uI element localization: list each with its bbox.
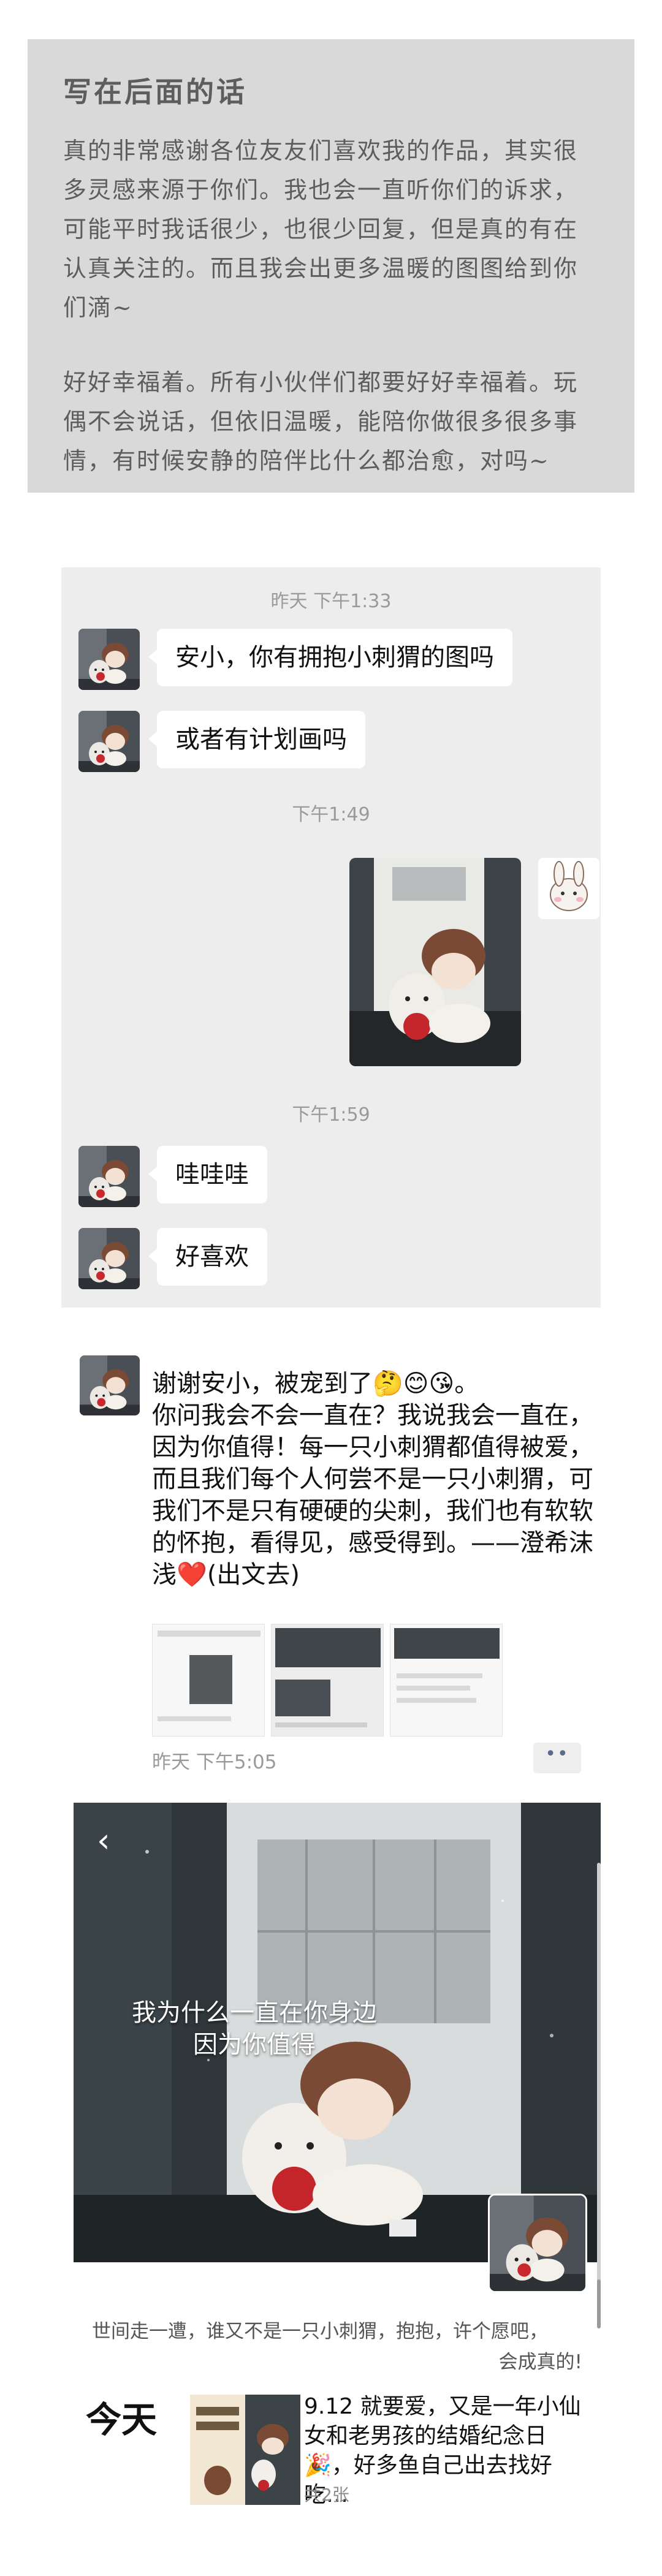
contact-avatar[interactable] bbox=[78, 1228, 140, 1289]
contact-avatar[interactable] bbox=[78, 711, 140, 772]
video-caption-line-1: 我为什么一直在你身边 bbox=[132, 1999, 377, 2027]
today-label: 今天 bbox=[86, 2399, 158, 2441]
chat-bubble[interactable]: 安小，你有拥抱小刺猬的图吗 bbox=[148, 629, 512, 686]
note-paragraph-2: 好好幸福着。所有小伙伴们都要好好幸福着。玩偶不会说话，但依旧温暖，能陪你做很多很… bbox=[63, 369, 579, 474]
post-image-thumbnail[interactable] bbox=[390, 1624, 503, 1737]
chat-message-row: 好喜欢 bbox=[78, 1228, 267, 1289]
sent-image[interactable] bbox=[349, 858, 521, 1066]
post-image-thumbnail[interactable] bbox=[271, 1624, 384, 1737]
contact-avatar[interactable] bbox=[78, 629, 140, 690]
video-caption-line-2: 因为你值得 bbox=[193, 2031, 316, 2059]
post-first-line: 谢谢安小，被宠到了🤔😊😘。 bbox=[152, 1369, 479, 1398]
video-description-line-1: 世间走一遭，谁又不是一只小刺猬，抱抱，许个愿吧， bbox=[92, 2320, 548, 2343]
chat-message-row: 或者有计划画吗 bbox=[78, 711, 365, 772]
scrollbar-thumb[interactable] bbox=[597, 2279, 601, 2328]
note-paragraph-1: 真的非常感谢各位友友们喜欢我的作品，其实很多灵感来源于你们。我也会一直听你们的诉… bbox=[63, 137, 579, 321]
post-timestamp: 昨天 下午5:05 bbox=[152, 1751, 277, 1773]
heart-icon: ❤️ bbox=[177, 1561, 207, 1589]
chat-timestamp: 昨天 下午1:33 bbox=[270, 591, 392, 612]
video-description: 世间走一遭，谁又不是一只小刺猬，抱抱，许个愿吧， 会成真的! bbox=[92, 2316, 582, 2377]
contact-avatar[interactable] bbox=[78, 1146, 140, 1207]
chat-message-row: 哇哇哇 bbox=[78, 1146, 267, 1207]
post-more-button[interactable]: •• bbox=[533, 1743, 581, 1773]
chat-bubble[interactable]: 哇哇哇 bbox=[148, 1146, 267, 1203]
back-icon[interactable]: ‹ bbox=[97, 1821, 110, 1860]
chat-timestamp: 下午1:59 bbox=[292, 1104, 370, 1126]
poster-avatar[interactable] bbox=[80, 1355, 140, 1415]
afterword-note: 写在后面的话 真的非常感谢各位友友们喜欢我的作品，其实很多灵感来源于你们。我也会… bbox=[28, 39, 634, 493]
post-images bbox=[152, 1624, 503, 1737]
scrollbar-track[interactable] bbox=[597, 1863, 601, 2328]
chat-bubble[interactable]: 或者有计划画吗 bbox=[148, 711, 365, 768]
video-author-avatar[interactable] bbox=[488, 2194, 587, 2293]
self-avatar[interactable] bbox=[538, 858, 599, 919]
post-image-thumbnail[interactable] bbox=[152, 1624, 265, 1737]
chat-bubble[interactable]: 好喜欢 bbox=[148, 1228, 267, 1286]
video-description-line-2: 会成真的! bbox=[498, 2351, 582, 2373]
post-suffix: (出文去) bbox=[207, 1561, 300, 1589]
chat-timestamp: 下午1:49 bbox=[292, 804, 370, 825]
chat-message-row: 安小，你有拥抱小刺猬的图吗 bbox=[78, 629, 512, 690]
note-title: 写在后面的话 bbox=[63, 75, 247, 108]
post-text: 谢谢安小，被宠到了🤔😊😘。 你问我会不会一直在？我说我会一直在，因为你值得！每一… bbox=[152, 1368, 593, 1591]
chat-screenshot: 昨天 下午1:33 安小，你有拥抱小刺猬的图吗 或者有计划画吗 下午1:49 下… bbox=[61, 567, 601, 1308]
today-image-count: 共2张 bbox=[304, 2485, 349, 2505]
today-post-thumbnail[interactable] bbox=[190, 2395, 300, 2505]
